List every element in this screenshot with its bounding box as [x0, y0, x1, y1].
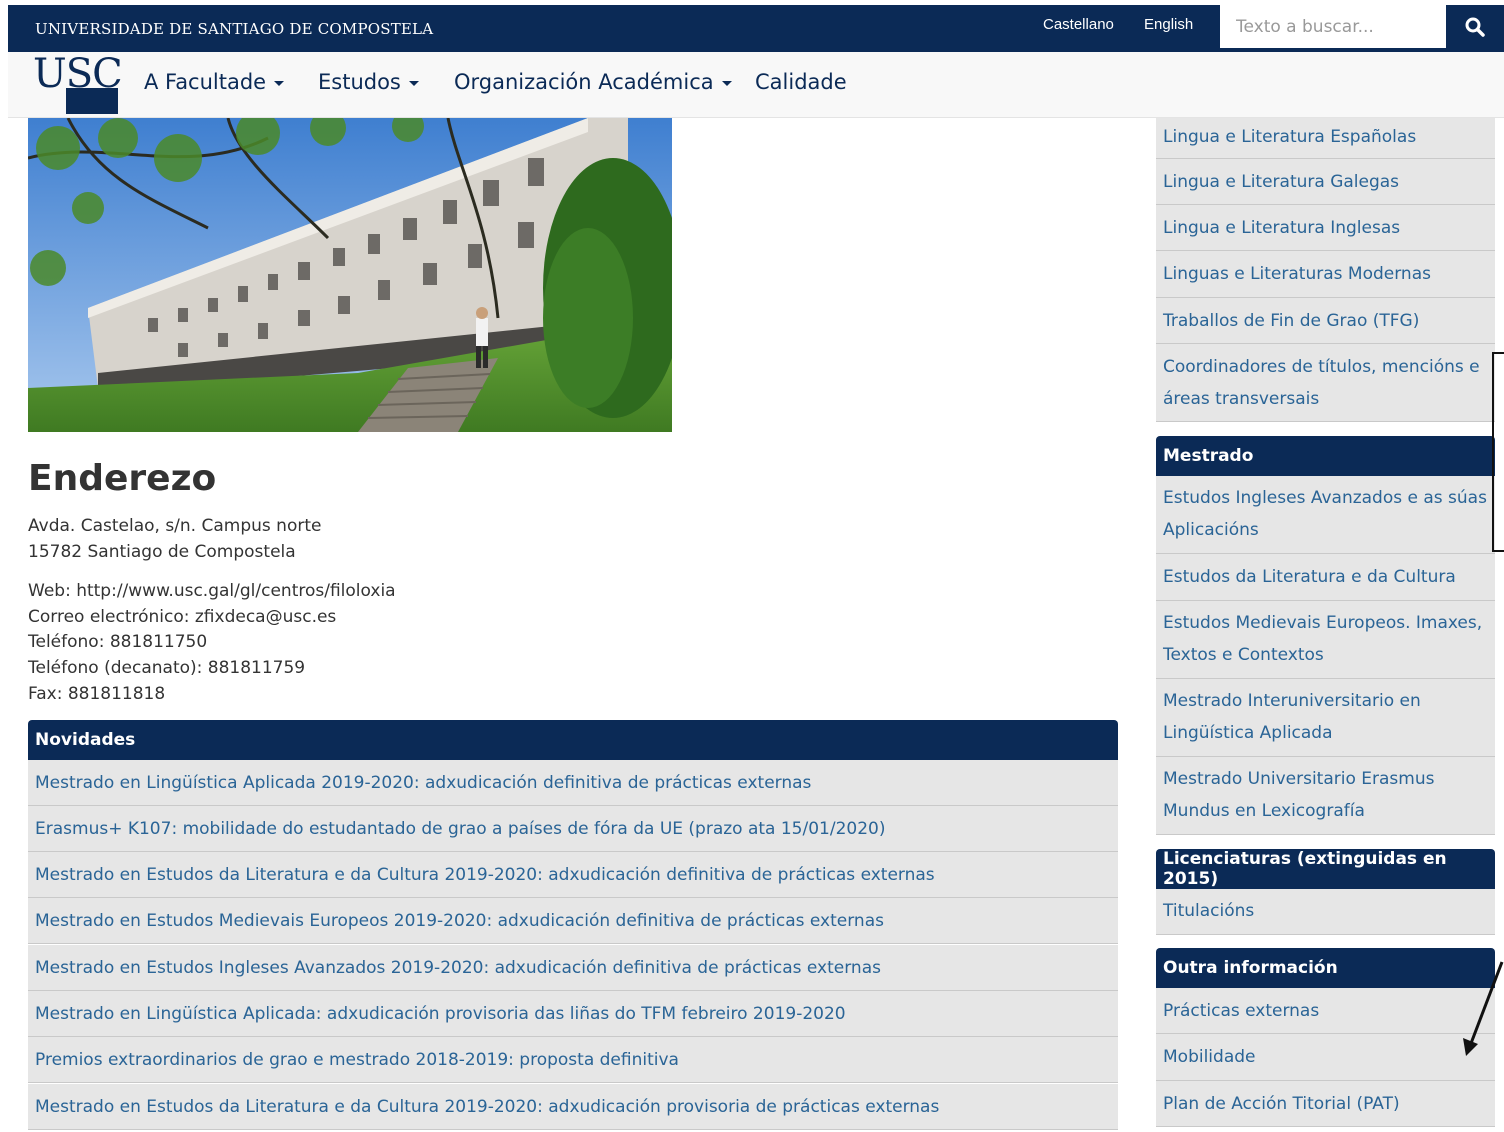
sidebar-item-label: Estudos Medievais Europeos. Imaxes, Text… — [1163, 613, 1483, 665]
licenciaturas-heading: Licenciaturas (extinguidas en 2015) — [1156, 849, 1495, 889]
news-item-link[interactable]: Mestrado en Estudos Ingleses Avanzados 2… — [35, 958, 881, 978]
sidebar-item-label: Lingua e Literatura Inglesas — [1163, 218, 1401, 238]
news-item[interactable]: Mestrado en Estudos da Literatura e da C… — [28, 852, 1118, 898]
sidebar-item-estudos-medievais[interactable]: Estudos Medievais Europeos. Imaxes, Text… — [1156, 601, 1495, 679]
sidebar-item-label: Linguas e Literaturas Modernas — [1163, 264, 1431, 284]
news-panel-heading: Novidades — [28, 720, 1118, 760]
language-castellano-link[interactable]: Castellano — [1043, 16, 1114, 33]
nav-a-facultade-label: A Facultade — [144, 70, 267, 94]
news-item[interactable]: Erasmus+ K107: mobilidade do estudantado… — [28, 806, 1118, 852]
nav-calidade[interactable]: Calidade — [755, 70, 847, 94]
mestrado-heading: Mestrado — [1156, 436, 1495, 476]
nav-estudos-label: Estudos — [318, 70, 401, 94]
news-item[interactable]: Mestrado en Estudos Medievais Europeos 2… — [28, 898, 1118, 944]
news-item[interactable]: Mestrado en Lingüística Aplicada 2019-20… — [28, 760, 1118, 806]
search-icon — [1465, 17, 1485, 37]
caret-down-icon — [721, 80, 732, 86]
usc-logo[interactable]: USC — [33, 51, 123, 115]
annotation-bracket — [1492, 352, 1504, 552]
sidebar-item-label: Lingua e Literatura Españolas — [1163, 127, 1417, 147]
sidebar-item-lingua-literatura-espanolas[interactable]: Lingua e Literatura Españolas — [1156, 118, 1495, 159]
address-web: Web: http://www.usc.gal/gl/centros/filol… — [28, 581, 396, 601]
sidebar-item-label: Estudos da Literatura e da Cultura — [1163, 567, 1456, 587]
caret-down-icon — [274, 80, 285, 86]
search-input[interactable] — [1220, 5, 1446, 48]
sidebar-item-tfg[interactable]: Traballos de Fin de Grao (TFG) — [1156, 298, 1495, 344]
language-english-link[interactable]: English — [1144, 16, 1193, 33]
news-item-link[interactable]: Mestrado en Estudos da Literatura e da C… — [35, 1097, 939, 1117]
news-item[interactable]: Mestrado en Estudos Ingleses Avanzados 2… — [28, 945, 1118, 991]
news-item[interactable]: Mestrado en Estudos da Literatura e da C… — [28, 1084, 1118, 1130]
address-heading: Enderezo — [28, 458, 217, 499]
sidebar-item-coordinadores[interactable]: Coordinadores de títulos, mencións e áre… — [1156, 344, 1495, 422]
sidebar-item-label: Titulacións — [1163, 901, 1255, 921]
sidebar-item-linguistica-aplicada[interactable]: Mestrado Interuniversitario en Lingüísti… — [1156, 679, 1495, 757]
nav-organizacion-academica-label: Organización Académica — [454, 70, 714, 94]
nav-a-facultade[interactable]: A Facultade — [144, 70, 285, 94]
address-phone: Teléfono: 881811750 — [28, 632, 208, 652]
news-item-link[interactable]: Mestrado en Estudos da Literatura e da C… — [35, 865, 935, 885]
news-item-link[interactable]: Mestrado en Estudos Medievais Europeos 2… — [35, 911, 884, 931]
sidebar-item-pat[interactable]: Plan de Acción Titorial (PAT) — [1156, 1081, 1495, 1127]
sidebar-item-linguas-literaturas-modernas[interactable]: Linguas e Literaturas Modernas — [1156, 251, 1495, 298]
faculty-building-photo — [28, 118, 672, 432]
sidebar-item-label: Estudos Ingleses Avanzados e as súas Apl… — [1163, 488, 1487, 540]
nav-estudos[interactable]: Estudos — [318, 70, 419, 94]
caret-down-icon — [408, 80, 419, 86]
university-name[interactable]: UNIVERSIDADE DE SANTIAGO DE COMPOSTELA — [35, 20, 433, 38]
sidebar-item-label: Plan de Acción Titorial (PAT) — [1163, 1094, 1400, 1114]
news-item[interactable]: Mestrado en Lingüística Aplicada: adxudi… — [28, 991, 1118, 1037]
sidebar-item-estudos-ingleses[interactable]: Estudos Ingleses Avanzados e as súas Apl… — [1156, 476, 1495, 554]
sidebar-item-label: Coordinadores de títulos, mencións e áre… — [1163, 357, 1480, 409]
sidebar-item-erasmus-lexicografia[interactable]: Mestrado Universitario Erasmus Mundus en… — [1156, 757, 1495, 835]
sidebar-item-lingua-literatura-inglesas[interactable]: Lingua e Literatura Inglesas — [1156, 205, 1495, 251]
address-line-1: Avda. Castelao, s/n. Campus norte — [28, 516, 322, 536]
nav-calidade-label: Calidade — [755, 70, 847, 94]
sidebar-item-estudos-literatura-cultura[interactable]: Estudos da Literatura e da Cultura — [1156, 554, 1495, 601]
sidebar-item-label: Mobilidade — [1163, 1047, 1256, 1067]
sidebar-item-label: Prácticas externas — [1163, 1001, 1320, 1021]
address-email: Correo electrónico: zfixdeca@usc.es — [28, 607, 337, 627]
news-item-link[interactable]: Mestrado en Lingüística Aplicada: adxudi… — [35, 1004, 846, 1024]
sidebar-item-practicas-externas[interactable]: Prácticas externas — [1156, 988, 1495, 1034]
news-item-link[interactable]: Mestrado en Lingüística Aplicada 2019-20… — [35, 773, 811, 793]
top-bar: UNIVERSIDADE DE SANTIAGO DE COMPOSTELA C… — [8, 5, 1504, 52]
search-button[interactable] — [1446, 5, 1504, 48]
sidebar-item-label: Lingua e Literatura Galegas — [1163, 172, 1400, 192]
sidebar-item-label: Traballos de Fin de Grao (TFG) — [1163, 311, 1420, 331]
sidebar-item-titulacions[interactable]: Titulacións — [1156, 889, 1495, 935]
sidebar-item-label: Mestrado Interuniversitario en Lingüísti… — [1163, 691, 1421, 743]
annotation-arrow-icon — [1463, 961, 1504, 1056]
nav-organizacion-academica[interactable]: Organización Académica — [454, 70, 732, 94]
address-line-2: 15782 Santiago de Compostela — [28, 542, 296, 562]
main-navbar: USC A Facultade Estudos Organización Aca… — [8, 51, 1504, 118]
sidebar-item-lingua-literatura-galegas[interactable]: Lingua e Literatura Galegas — [1156, 159, 1495, 205]
news-item-link[interactable]: Premios extraordinarios de grao e mestra… — [35, 1050, 679, 1070]
news-item-link[interactable]: Erasmus+ K107: mobilidade do estudantado… — [35, 819, 885, 839]
news-item[interactable]: Premios extraordinarios de grao e mestra… — [28, 1037, 1118, 1083]
logo-emblem — [66, 88, 118, 114]
sidebar-item-mobilidade[interactable]: Mobilidade — [1156, 1034, 1495, 1081]
address-fax: Fax: 881811818 — [28, 684, 166, 704]
sidebar-item-label: Mestrado Universitario Erasmus Mundus en… — [1163, 769, 1435, 821]
outra-informacion-heading: Outra información — [1156, 948, 1495, 988]
address-phone-dean: Teléfono (decanato): 881811759 — [28, 658, 306, 678]
